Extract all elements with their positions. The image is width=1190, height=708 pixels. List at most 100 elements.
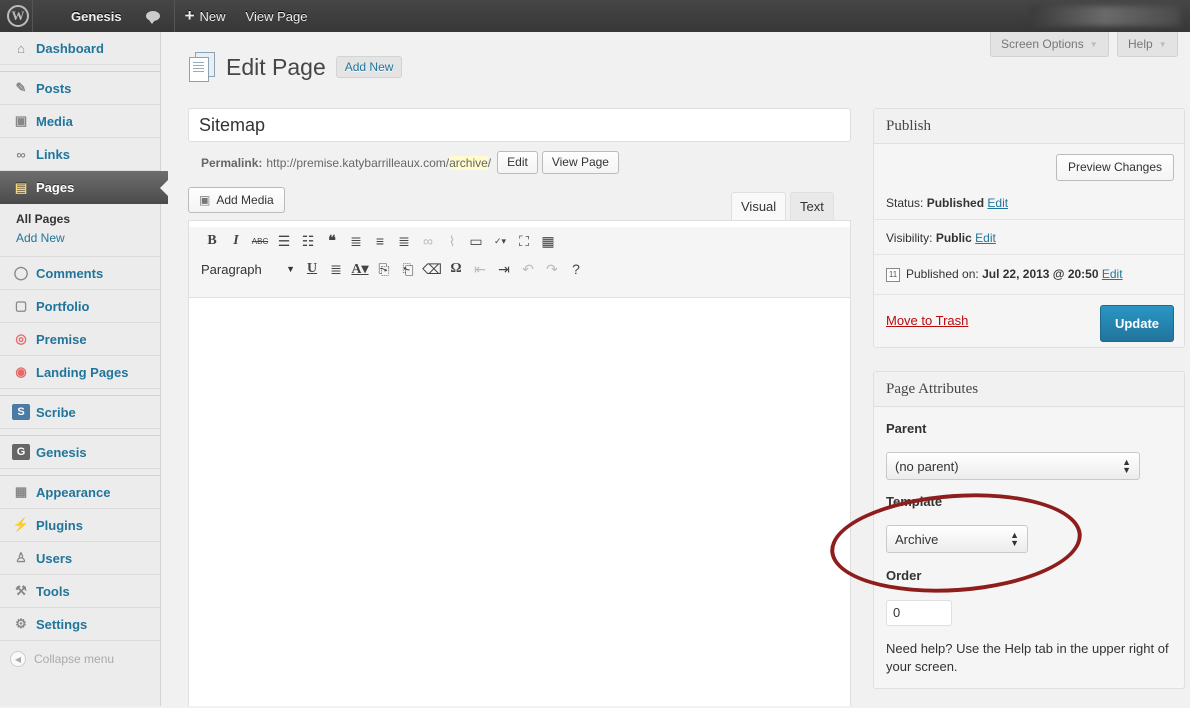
help-icon[interactable]: ? (565, 259, 587, 279)
sidebar-item-label: Links (36, 146, 70, 162)
special-character-icon[interactable]: Ω (445, 259, 467, 279)
title-input[interactable]: Sitemap (188, 108, 851, 142)
edit-visibility-link[interactable]: Edit (975, 231, 996, 245)
sidebar-item-label: Users (36, 550, 73, 566)
screen-options-button[interactable]: Screen Options ▼ (990, 32, 1109, 57)
undo-icon[interactable]: ↶ (517, 259, 539, 279)
insert-more-icon[interactable]: ▭ (465, 231, 487, 251)
fullscreen-icon[interactable]: ⛶ (513, 231, 535, 251)
insert-link-icon[interactable]: ∞ (417, 231, 439, 251)
tab-text[interactable]: Text (790, 192, 834, 220)
screen-options-label: Screen Options (1001, 37, 1084, 51)
bold-icon[interactable]: B (201, 231, 223, 251)
sidebar-item-settings[interactable]: ⚙ Settings (0, 608, 160, 641)
clear-formatting-icon[interactable]: ⌫ (421, 259, 443, 279)
paste-from-word-icon[interactable]: ⎗ (397, 259, 419, 279)
add-new-button[interactable]: Add New (335, 56, 403, 78)
template-select[interactable]: Archive ▲ ▼ (886, 525, 1028, 553)
sidebar-item-label: Comments (36, 265, 104, 281)
media-icon: ▣ (14, 113, 28, 128)
permalink-trailing: / (487, 155, 492, 170)
sidebar-item-scribe[interactable]: S Scribe (0, 396, 160, 429)
strikethrough-icon[interactable]: ABC (249, 231, 271, 251)
sidebar-item-dashboard[interactable]: ⌂ Dashboard (0, 32, 160, 65)
chevron-down-icon: ▼ (1089, 39, 1098, 49)
update-button[interactable]: Update (1100, 305, 1174, 342)
italic-icon[interactable]: I (225, 231, 247, 251)
outdent-icon[interactable]: ⇤ (469, 259, 491, 279)
comments-link[interactable] (132, 0, 174, 32)
portfolio-icon: ▢ (14, 298, 28, 313)
view-page-link[interactable]: View Page (236, 0, 318, 32)
sidebar-item-comments[interactable]: ◯ Comments (0, 257, 160, 290)
sidebar-item-label: Dashboard (36, 40, 104, 56)
sidebar-item-label: Genesis (36, 444, 87, 460)
link-icon: ∞ (16, 146, 26, 162)
sidebar-item-pages[interactable]: ▤ Pages (0, 171, 169, 204)
chevron-down-icon: ▼ (1158, 39, 1167, 49)
underline-icon[interactable]: U (301, 259, 323, 279)
collapse-menu-button[interactable]: ◀ Collapse menu (0, 641, 160, 677)
view-page-label: View Page (245, 8, 308, 24)
edit-status-link[interactable]: Edit (987, 196, 1008, 210)
preview-changes-button[interactable]: Preview Changes (1055, 154, 1174, 181)
sidebar-item-label: Scribe (36, 404, 76, 420)
kitchen-sink-icon[interactable]: ▦ (537, 231, 559, 251)
align-left-icon[interactable]: ≣ (345, 231, 367, 251)
justify-icon[interactable]: ≣ (325, 259, 347, 279)
indent-icon[interactable]: ⇥ (493, 259, 515, 279)
site-name-link[interactable]: Genesis (33, 0, 132, 32)
paste-as-text-icon[interactable]: ⎘ (373, 259, 395, 279)
visibility-value: Public (935, 231, 972, 245)
order-input[interactable]: 0 (886, 600, 952, 626)
edit-date-link[interactable]: Edit (1102, 267, 1123, 281)
tab-visual[interactable]: Visual (731, 192, 787, 220)
bulleted-list-icon[interactable]: ☰ (273, 231, 295, 251)
align-right-icon[interactable]: ≣ (393, 231, 415, 251)
format-select[interactable]: Paragraph ▼ (201, 259, 295, 279)
spellcheck-icon[interactable]: ✓▾ (489, 231, 511, 251)
parent-select-value: (no parent) (895, 458, 959, 474)
sidebar-item-tools[interactable]: ⚒ Tools (0, 575, 160, 608)
text-color-icon[interactable]: A▾ (349, 259, 371, 279)
sidebar-item-posts[interactable]: ✎ Posts (0, 72, 160, 105)
add-media-button[interactable]: ▣ Add Media (188, 187, 285, 213)
edit-permalink-button[interactable]: Edit (497, 151, 538, 174)
sidebar-item-landing-pages[interactable]: ◉ Landing Pages (0, 356, 160, 389)
align-center-icon[interactable]: ≡ (369, 231, 391, 251)
submenu-item-all-pages[interactable]: All Pages (16, 210, 160, 229)
editor-content-area[interactable] (189, 298, 850, 708)
sidebar-item-premise[interactable]: ◎ Premise (0, 323, 160, 356)
new-content-link[interactable]: + New (175, 0, 236, 32)
unlink-icon[interactable]: ⌇ (441, 231, 463, 251)
submenu-item-add-new[interactable]: Add New (16, 229, 160, 248)
move-to-trash-link[interactable]: Move to Trash (886, 313, 968, 328)
sidebar-item-label: Pages (36, 180, 75, 195)
account-menu-blurred[interactable] (1030, 6, 1180, 26)
view-page-button[interactable]: View Page (541, 151, 619, 174)
select-arrows-icon: ▲ ▼ (1122, 457, 1131, 475)
published-on-row: 11 Published on: Jul 22, 2013 @ 20:50 Edi… (886, 267, 1123, 282)
help-button[interactable]: Help ▼ (1117, 32, 1178, 57)
template-label: Template (886, 494, 943, 509)
wordpress-logo-icon[interactable]: W (4, 0, 32, 32)
sidebar-item-media[interactable]: ▣ Media (0, 105, 160, 138)
sidebar-item-label: Tools (36, 583, 70, 599)
permalink-slug[interactable]: archive (449, 155, 488, 170)
sidebar-item-appearance[interactable]: ▦ Appearance (0, 476, 160, 509)
media-icon: ▣ (199, 193, 211, 207)
sidebar-item-users[interactable]: ♙ Users (0, 542, 160, 575)
sidebar-item-genesis[interactable]: G Genesis (0, 436, 160, 469)
page-title: Edit Page (226, 53, 326, 80)
numbered-list-icon[interactable]: ☷ (297, 231, 319, 251)
blockquote-icon[interactable]: ❝ (321, 231, 343, 251)
sidebar-item-label: Plugins (36, 517, 83, 533)
admin-sidebar: ⌂ Dashboard ✎ Posts ▣ Media ∞ Links ▤ Pages A… (0, 32, 169, 706)
redo-icon[interactable]: ↷ (541, 259, 563, 279)
sidebar-item-links[interactable]: ∞ Links (0, 138, 160, 171)
pin-icon: ✎ (15, 80, 27, 95)
parent-select[interactable]: (no parent) ▲ ▼ (886, 452, 1140, 480)
plugin-icon: ⚡ (12, 517, 30, 532)
sidebar-item-plugins[interactable]: ⚡ Plugins (0, 509, 160, 542)
sidebar-item-portfolio[interactable]: ▢ Portfolio (0, 290, 160, 323)
